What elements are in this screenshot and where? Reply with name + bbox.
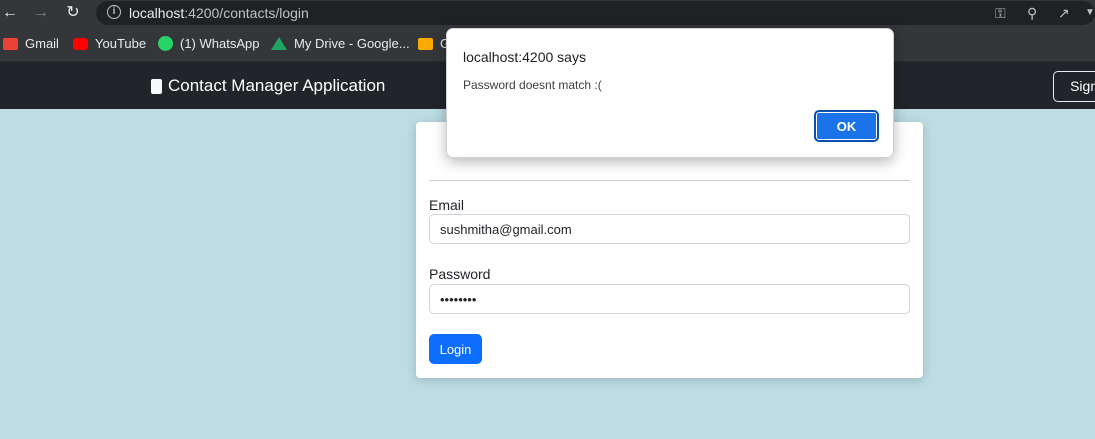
back-icon[interactable]: ← <box>0 4 20 22</box>
url-path: :4200/contacts/login <box>184 5 309 21</box>
zoom-icon[interactable]: ⚲ <box>1027 4 1037 22</box>
youtube-icon <box>73 37 88 50</box>
dialog-message: Password doesnt match :( <box>463 78 602 92</box>
bookmark-label: My Drive - Google... <box>294 36 410 51</box>
bookmark-label: Gmail <box>25 36 59 51</box>
whatsapp-icon <box>158 36 173 51</box>
drive-icon <box>271 37 287 50</box>
login-card: Email Password Login <box>416 122 923 378</box>
login-button[interactable]: Login <box>429 334 482 364</box>
url-host: localhost <box>129 5 185 21</box>
bookmark-gmail[interactable]: Gmail <box>3 36 59 51</box>
share-icon[interactable]: ↗ <box>1058 4 1070 22</box>
dialog-title: localhost:4200 says <box>463 49 586 65</box>
menu-icon[interactable]: ▼ <box>1085 4 1095 22</box>
phone-icon <box>151 78 162 94</box>
reload-icon[interactable]: ↻ <box>63 4 83 22</box>
password-label: Password <box>429 266 491 282</box>
email-field[interactable] <box>429 214 910 244</box>
bookmark-whatsapp[interactable]: (1) WhatsApp <box>158 36 259 51</box>
email-label: Email <box>429 197 465 213</box>
url-text[interactable]: localhost:4200/contacts/login <box>129 5 309 21</box>
classroom-icon <box>418 37 433 50</box>
key-icon[interactable]: ⚿ <box>995 4 1006 22</box>
bookmark-label: (1) WhatsApp <box>180 36 260 51</box>
divider <box>429 180 910 181</box>
password-field[interactable] <box>429 284 910 314</box>
gmail-icon <box>3 37 18 50</box>
brand[interactable]: Contact Manager Application <box>151 76 385 96</box>
brand-title: Contact Manager Application <box>168 76 386 95</box>
ok-button[interactable]: OK <box>814 110 879 142</box>
bookmark-youtube[interactable]: YouTube <box>73 36 146 51</box>
browser-toolbar: ← → ↻ i localhost:4200/contacts/login ⚿ … <box>0 0 1095 27</box>
signup-button[interactable]: Signu <box>1053 71 1095 102</box>
bookmark-drive[interactable]: My Drive - Google... <box>271 36 410 51</box>
alert-dialog: localhost:4200 says Password doesnt matc… <box>446 28 894 158</box>
bookmark-label: YouTube <box>95 36 147 51</box>
info-icon[interactable]: i <box>107 5 121 19</box>
forward-icon[interactable]: → <box>31 4 51 22</box>
